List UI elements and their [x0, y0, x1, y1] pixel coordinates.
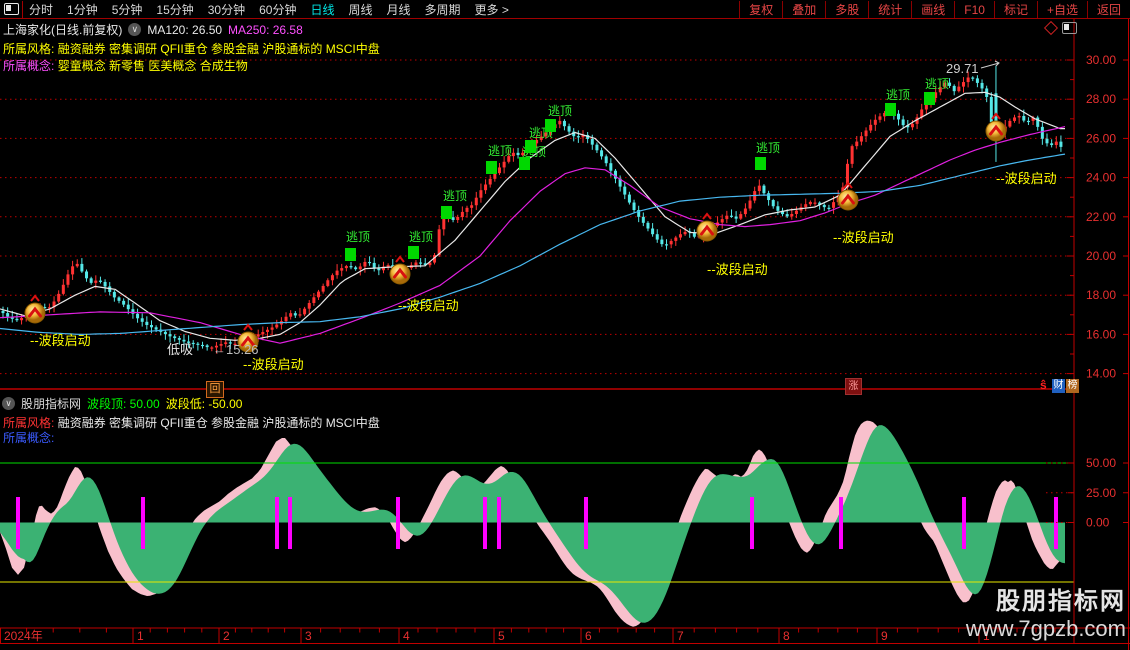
- svg-text:--波段启动: --波段启动: [398, 298, 459, 313]
- tool-button-统计[interactable]: 统计: [868, 0, 911, 18]
- ma250-value: MA250: 26.58: [228, 22, 303, 37]
- svg-text:30.00: 30.00: [1086, 53, 1116, 67]
- tool-button-叠加[interactable]: 叠加: [782, 0, 825, 18]
- svg-text:18.00: 18.00: [1086, 288, 1116, 302]
- period-tab-15分钟[interactable]: 15分钟: [156, 1, 193, 18]
- split-view-icon: [3, 3, 19, 15]
- svg-text:←15.26: ←15.26: [213, 342, 259, 357]
- period-tab-1分钟[interactable]: 1分钟: [67, 1, 98, 18]
- svg-text:逃顶: 逃顶: [886, 88, 910, 102]
- stock-title: 上海家化(日线.前复权): [3, 23, 123, 37]
- svg-text:逃顶: 逃顶: [548, 104, 572, 118]
- period-tab-分时[interactable]: 分时: [29, 1, 53, 18]
- tool-button-返回[interactable]: 返回: [1086, 0, 1130, 18]
- app-window: 30.00 28.00 26.00 24.00 22.00 20.00 18.00 16.00…: [0, 0, 1130, 650]
- period-toolbar: 分时 1分钟 5分钟 15分钟 30分钟 60分钟 日线 周线 月线 多周期 更多 > 复权 叠加 多股…: [0, 0, 1130, 19]
- svg-text:6: 6: [585, 629, 592, 643]
- indicator-source: 股朋指标网: [21, 397, 82, 411]
- concept-label: 所属概念:: [3, 59, 55, 73]
- s-point-badge[interactable]: ŝ: [1040, 379, 1047, 391]
- svg-text:29.71: 29.71: [946, 61, 979, 76]
- period-tab-30分钟[interactable]: 30分钟: [208, 1, 245, 18]
- style-values[interactable]: 融资融券 密集调研 QFII重仓 参股金融 沪股通标的 MSCI中盘: [58, 42, 380, 56]
- svg-text:26.00: 26.00: [1086, 131, 1116, 145]
- svg-text:逃顶: 逃顶: [756, 141, 780, 155]
- svg-text:3: 3: [305, 629, 312, 643]
- concept-values[interactable]: 婴童概念 新零售 医美概念 合成生物: [58, 59, 248, 73]
- chevron-down-icon[interactable]: ∨: [128, 23, 142, 36]
- style-label: 所属风格:: [3, 42, 55, 56]
- layout-toggle-button[interactable]: [0, 0, 23, 18]
- svg-text:--波段启动: --波段启动: [30, 333, 91, 348]
- svg-text:24.00: 24.00: [1086, 171, 1116, 185]
- svg-text:9: 9: [881, 629, 888, 643]
- svg-text:28.00: 28.00: [1086, 92, 1116, 106]
- svg-text:22.00: 22.00: [1086, 210, 1116, 224]
- svg-text:14.00: 14.00: [1086, 367, 1116, 381]
- watermark-name: 股朋指标网: [996, 588, 1126, 615]
- tool-button-画线[interactable]: 画线: [911, 0, 954, 18]
- svg-text:低吸: 低吸: [167, 342, 193, 357]
- svg-text:5: 5: [498, 629, 505, 643]
- band-top-value: 波段顶: 50.00: [87, 397, 160, 411]
- svg-text:2: 2: [223, 629, 230, 643]
- svg-text:0.00: 0.00: [1086, 516, 1110, 530]
- period-tab-5分钟[interactable]: 5分钟: [112, 1, 143, 18]
- ma120-value: MA120: 26.50: [147, 22, 223, 37]
- svg-text:8: 8: [783, 629, 790, 643]
- tools-toolbar: 复权 叠加 多股 统计 画线 F10 标记 +自选 返回: [739, 0, 1130, 18]
- period-tabs: 分时 1分钟 5分钟 15分钟 30分钟 60分钟 日线 周线 月线 多周期 更多 >: [23, 1, 509, 18]
- indicator-style-row: 所属风格: 融资融券 密集调研 QFII重仓 参股金融 沪股通标的 MSCI中盘: [3, 414, 380, 431]
- style-label: 所属风格:: [3, 416, 55, 430]
- chart-canvas[interactable]: 30.0028.0026.0024.0022.0020.0018.0016.00…: [0, 0, 1130, 650]
- period-tab-月线[interactable]: 月线: [387, 1, 411, 18]
- svg-text:20.00: 20.00: [1086, 249, 1116, 263]
- tool-button-复权[interactable]: 复权: [739, 0, 782, 18]
- tool-button-标记[interactable]: 标记: [993, 0, 1037, 18]
- svg-text:--波段启动: --波段启动: [833, 230, 894, 245]
- svg-text:--波段启动: --波段启动: [707, 262, 768, 277]
- svg-text:逃顶: 逃顶: [409, 230, 433, 244]
- svg-text:25.00: 25.00: [1086, 486, 1116, 500]
- concept-label: 所属概念:: [3, 431, 55, 445]
- rank-badge[interactable]: 榜: [1066, 379, 1079, 393]
- period-tab-60分钟[interactable]: 60分钟: [259, 1, 296, 18]
- period-tab-日线[interactable]: 日线: [310, 1, 334, 18]
- svg-text:逃顶: 逃顶: [443, 189, 467, 203]
- svg-text:--波段启动: --波段启动: [996, 171, 1057, 186]
- tool-button-+自选[interactable]: +自选: [1036, 0, 1087, 18]
- chart-title-row: 上海家化(日线.前复权) ∨ MA120: 26.50 MA250: 26.58: [3, 21, 303, 38]
- watermark: 股朋指标网 www.7gpzb.com: [966, 581, 1126, 642]
- period-tab-多周期[interactable]: 多周期: [425, 1, 461, 18]
- svg-text:--波段启动: --波段启动: [243, 357, 304, 372]
- svg-text:50.00: 50.00: [1086, 456, 1116, 470]
- svg-text:1: 1: [137, 629, 144, 643]
- chevron-down-icon[interactable]: ∨: [2, 397, 15, 410]
- indicator-concept-row: 所属概念:: [3, 429, 54, 446]
- hui-marker-badge[interactable]: 回: [206, 381, 224, 398]
- period-tab-周线[interactable]: 周线: [348, 1, 372, 18]
- zhang-marker-badge: 涨: [845, 378, 862, 395]
- style-values: 融资融券 密集调研 QFII重仓 参股金融 沪股通标的 MSCI中盘: [57, 416, 380, 430]
- svg-text:2024年: 2024年: [4, 629, 43, 643]
- style-tags-row: 所属风格: 融资融券 密集调研 QFII重仓 参股金融 沪股通标的 MSCI中盘: [3, 40, 380, 57]
- svg-text:7: 7: [677, 629, 684, 643]
- svg-text:逃顶: 逃顶: [488, 144, 512, 158]
- window-toggle-icon[interactable]: [1062, 22, 1077, 34]
- chart-corner-icons: [1043, 20, 1077, 36]
- period-tab-更多 >[interactable]: 更多 >: [475, 1, 509, 18]
- diamond-marker-icon[interactable]: [1043, 20, 1059, 36]
- svg-text:16.00: 16.00: [1086, 327, 1116, 341]
- concept-tags-row: 所属概念: 婴童概念 新零售 医美概念 合成生物: [3, 57, 248, 74]
- tool-button-F10[interactable]: F10: [954, 0, 994, 18]
- watermark-url: www.7gpzb.com: [965, 616, 1126, 641]
- finance-badge[interactable]: 财: [1052, 379, 1065, 393]
- svg-text:逃顶: 逃顶: [346, 230, 370, 244]
- svg-text:逃顶: 逃顶: [925, 77, 949, 91]
- svg-text:4: 4: [403, 629, 410, 643]
- tool-button-多股[interactable]: 多股: [825, 0, 868, 18]
- band-low-value: 波段低: -50.00: [165, 397, 243, 411]
